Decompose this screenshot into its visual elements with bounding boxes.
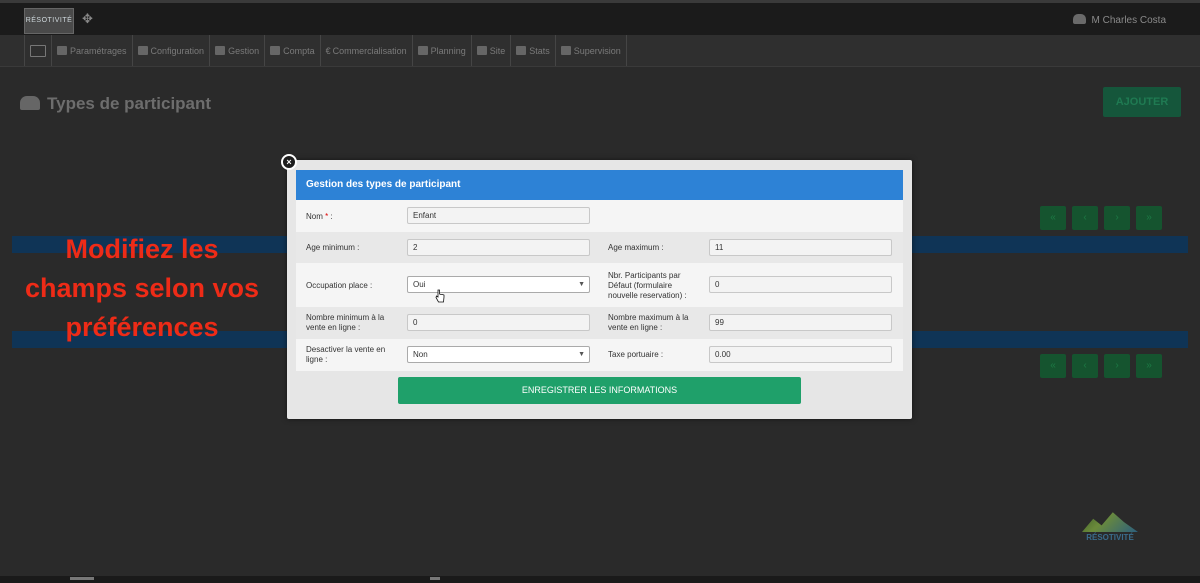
form-row-occupation: Occupation place : Oui ▼ Nbr. Participan… — [296, 263, 903, 307]
hand-cursor-icon — [435, 289, 445, 303]
taxe-input[interactable]: 0.00 — [709, 346, 892, 363]
chart-icon — [516, 46, 527, 55]
monitor-icon — [30, 44, 46, 57]
nbr-participants-label: Nbr. Participants par Défaut (formulaire… — [608, 271, 687, 300]
save-button[interactable]: ENREGISTRER LES INFORMATIONS — [398, 377, 801, 404]
next-page-button[interactable]: › — [1104, 354, 1130, 378]
first-page-button[interactable]: « — [1040, 206, 1066, 230]
nav-item-supervision[interactable]: Supervision — [554, 35, 627, 66]
user-name: M Charles Costa — [1091, 15, 1166, 26]
form-row-nom: Nom * : Enfant — [296, 200, 903, 232]
prev-page-button[interactable]: ‹ — [1072, 354, 1098, 378]
nav-item-configuration[interactable]: Configuration — [131, 35, 210, 66]
video-progress-strip — [0, 576, 1200, 583]
nav-item-stats[interactable]: Stats — [510, 35, 555, 66]
user-icon — [1072, 14, 1086, 24]
sitemap-icon — [476, 46, 487, 55]
modal-title: Gestion des types de participant — [296, 170, 903, 200]
nb-max-vente-label: Nombre maximum à la vente en ligne : — [608, 313, 689, 332]
nb-min-vente-label: Nombre minimum à la vente en ligne : — [306, 313, 385, 332]
top-bar: RÉSOTIVITÉ ✥ M Charles Costa — [0, 0, 1200, 35]
progress-mark — [430, 577, 440, 580]
app-logo[interactable]: RÉSOTIVITÉ — [24, 8, 74, 34]
participant-type-modal: × Gestion des types de participant Nom *… — [281, 154, 912, 419]
caption-line: préférences — [65, 312, 219, 342]
nbr-participants-input[interactable]: 0 — [709, 276, 892, 293]
nav-item-parametrages[interactable]: Paramétrages — [51, 35, 132, 66]
taxe-label: Taxe portuaire : — [608, 350, 664, 359]
nav-item-commercialisation[interactable]: € Commercialisation — [319, 35, 412, 66]
nav-item-site[interactable]: Site — [470, 35, 511, 66]
pagination-top: «‹ ›» — [1040, 206, 1162, 230]
desactiver-value: Non — [413, 350, 428, 359]
participant-form: Nom * : Enfant Age minimum : 2 Age maxim… — [296, 200, 903, 374]
last-page-button[interactable]: » — [1136, 206, 1162, 230]
nav-item-compta[interactable]: Compta — [264, 35, 320, 66]
brand-name: RÉSOTIVITÉ — [1086, 533, 1134, 542]
user-menu[interactable]: M Charles Costa — [1072, 14, 1166, 26]
prev-page-button[interactable]: ‹ — [1072, 206, 1098, 230]
next-page-button[interactable]: › — [1104, 206, 1130, 230]
nav-item-gestion[interactable]: Gestion — [209, 35, 264, 66]
page-title: Types de participant — [20, 94, 211, 114]
age-min-label: Age minimum : — [306, 243, 360, 252]
cogs-icon — [137, 46, 148, 55]
close-icon[interactable]: × — [281, 154, 297, 170]
form-row-vente: Nombre minimum à la vente en ligne : 0 N… — [296, 307, 903, 339]
last-page-button[interactable]: » — [1136, 354, 1162, 378]
desactiver-label: Desactiver la vente en ligne : — [306, 345, 386, 364]
age-max-input[interactable]: 11 — [709, 239, 892, 256]
occupation-value: Oui — [413, 280, 426, 289]
form-row-desactiver: Desactiver la vente en ligne : Non ▼ Tax… — [296, 339, 903, 371]
expand-icon[interactable]: ✥ — [82, 12, 96, 26]
calculator-icon — [270, 46, 281, 55]
age-min-input[interactable]: 2 — [407, 239, 590, 256]
pagination-bottom: «‹ ›» — [1040, 354, 1162, 378]
nom-label: Nom * : — [306, 212, 333, 221]
mountain-icon — [1082, 512, 1138, 532]
nom-input[interactable]: Enfant — [407, 207, 590, 224]
nb-max-vente-input[interactable]: 99 — [709, 314, 892, 331]
nav-item-dashboard[interactable] — [24, 35, 51, 66]
form-row-ages: Age minimum : 2 Age maximum : 11 — [296, 232, 903, 263]
age-max-label: Age maximum : — [608, 243, 664, 252]
chevron-down-icon: ▼ — [578, 281, 585, 288]
brand-logo: RÉSOTIVITÉ — [1078, 510, 1142, 546]
add-button[interactable]: AJOUTER — [1103, 87, 1181, 117]
calendar-icon — [417, 46, 428, 55]
nav-item-planning[interactable]: Planning — [411, 35, 471, 66]
wrench-icon — [57, 46, 67, 55]
occupation-label: Occupation place : — [306, 281, 373, 290]
list-icon — [215, 46, 226, 55]
caption-line: Modifiez les — [65, 234, 219, 264]
tutorial-caption: Modifiez les champs selon vos préférence… — [22, 230, 262, 347]
euro-icon: € — [325, 45, 331, 56]
users-icon — [20, 96, 40, 110]
eye-icon — [560, 46, 571, 55]
caption-line: champs selon vos — [24, 273, 260, 303]
first-page-button[interactable]: « — [1040, 354, 1066, 378]
main-nav: Paramétrages Configuration Gestion Compt… — [0, 35, 1200, 67]
progress-mark — [70, 577, 94, 580]
desactiver-select[interactable]: Non ▼ — [407, 346, 590, 363]
chevron-down-icon: ▼ — [578, 351, 585, 358]
nb-min-vente-input[interactable]: 0 — [407, 314, 590, 331]
